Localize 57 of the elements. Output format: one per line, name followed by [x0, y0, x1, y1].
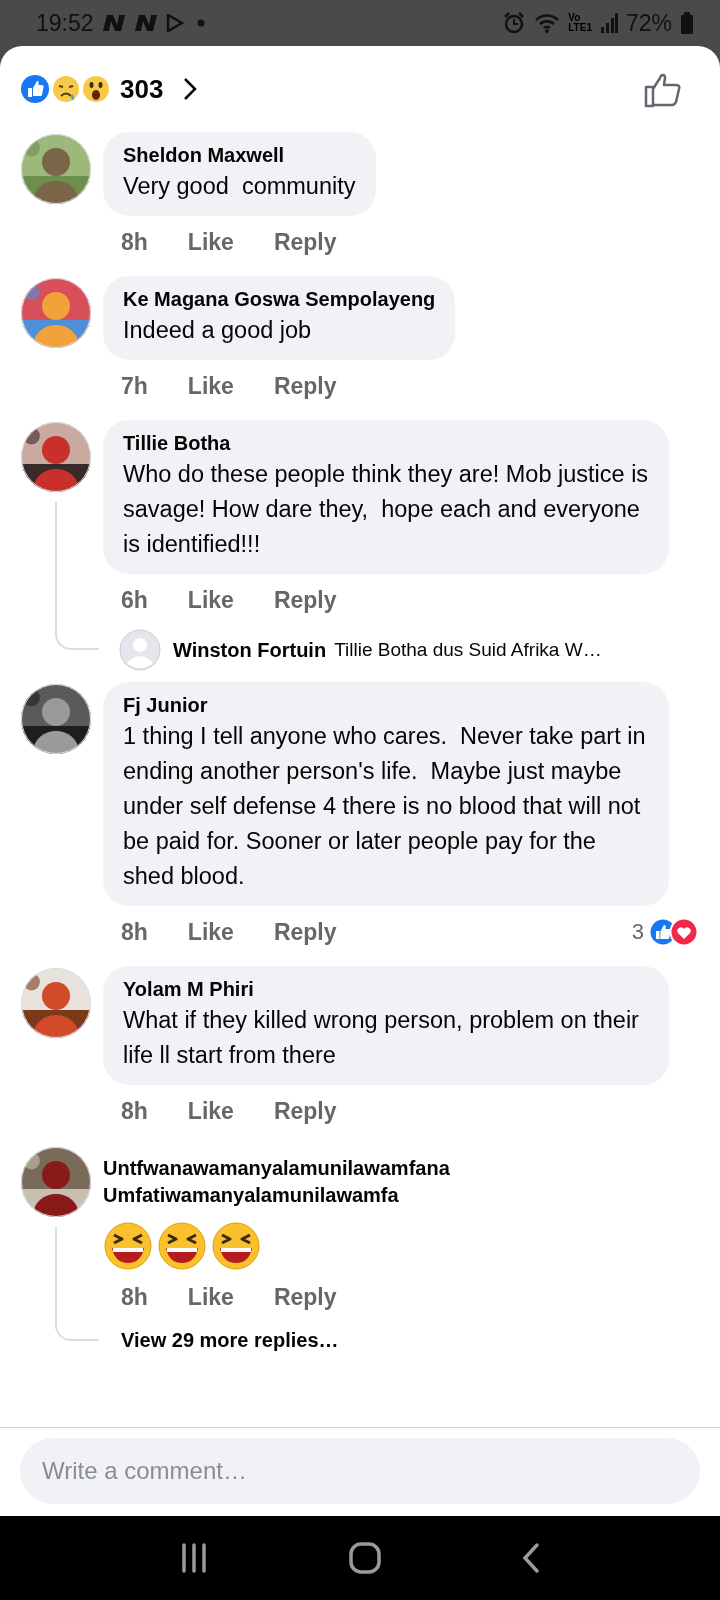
battery-percent: 72% [625, 9, 672, 37]
battery-icon [680, 12, 694, 34]
comment-text: What if they killed wrong person, problem on their life ll start from there [123, 1006, 640, 1070]
like-link[interactable]: Like [187, 1283, 234, 1311]
comment-time: 8h [121, 1283, 148, 1311]
author-name[interactable]: Ke Magana Goswa Sempolayeng [123, 286, 436, 313]
signal-icon [599, 12, 618, 34]
reactions-summary[interactable]: 303 [20, 73, 198, 105]
wifi-icon [534, 12, 561, 34]
comment-input-field[interactable]: Write a comment… [20, 1438, 700, 1504]
reply-link[interactable]: Reply [273, 372, 337, 400]
app-notification-icon [133, 14, 158, 32]
reply-link[interactable]: Reply [273, 586, 337, 614]
comment-text: Indeed a good job [123, 316, 313, 345]
reactions-badge[interactable]: 3 [631, 917, 700, 947]
reply-link[interactable]: Reply [273, 228, 337, 256]
reply-link[interactable]: Reply [273, 918, 337, 946]
author-name[interactable]: Fj Junior [123, 692, 649, 719]
sad-reaction-icon [52, 74, 80, 104]
reply-preview[interactable]: Winston Fortuin Tillie Botha dus Suid Afrika W… [103, 626, 602, 674]
laughing-emoji-icon [103, 1221, 153, 1271]
author-name[interactable]: Tillie Botha [123, 430, 649, 457]
laughing-emoji-icon [157, 1221, 207, 1271]
author-name[interactable]: Untfwanawamanyalamunilawamfana Umfatiwamanyalamunilawamfa [103, 1155, 647, 1209]
network-label: Vo LTE1 [568, 13, 592, 33]
like-reaction-icon [20, 74, 50, 104]
wow-reaction-icon [82, 74, 110, 104]
comment-time: 7h [121, 372, 148, 400]
clock-time: 19:52 [36, 9, 94, 37]
chevron-right-icon [183, 77, 198, 101]
comment-text: 1 thing I tell anyone who cares. Never take part in ending another person's life. Maybe just maybe under self defense 4 there is no blood that will not be paid for. Sooner or later people pay for the shed blood. [123, 722, 647, 891]
comment-time: 8h [121, 1097, 148, 1125]
view-replies-link[interactable]: View 29 more replies… [121, 1323, 339, 1357]
comment-time: 6h [121, 586, 148, 614]
like-link[interactable]: Like [187, 372, 234, 400]
reaction-count: 303 [120, 73, 164, 105]
comment-time: 8h [121, 918, 148, 946]
author-name[interactable]: Yolam M Phiri [123, 976, 649, 1003]
home-icon[interactable] [348, 1541, 382, 1575]
app-notification-icon [101, 14, 126, 32]
laughing-emoji-icon [211, 1221, 261, 1271]
like-love-reactions-icon [648, 917, 700, 947]
like-link[interactable]: Like [187, 1097, 234, 1125]
reply-link[interactable]: Reply [273, 1283, 337, 1311]
comment-text: Who do these people think they are! Mob justice is savage! How dare they, hope each and everyone is identified!!! [123, 460, 649, 559]
comment-time: 8h [121, 228, 148, 256]
like-link[interactable]: Like [187, 918, 234, 946]
default-avatar-icon [119, 629, 161, 671]
author-name[interactable]: Sheldon Maxwell [123, 142, 356, 169]
comment-text: Very good community [123, 172, 356, 201]
back-icon[interactable] [520, 1542, 541, 1574]
reply-text: Tillie Botha dus Suid Afrika W… [334, 639, 602, 661]
reply-author: Winston Fortuin [173, 638, 327, 662]
reply-link[interactable]: Reply [273, 1097, 337, 1125]
like-link[interactable]: Like [187, 586, 234, 614]
play-store-icon [165, 14, 184, 32]
like-link[interactable]: Like [187, 228, 234, 256]
